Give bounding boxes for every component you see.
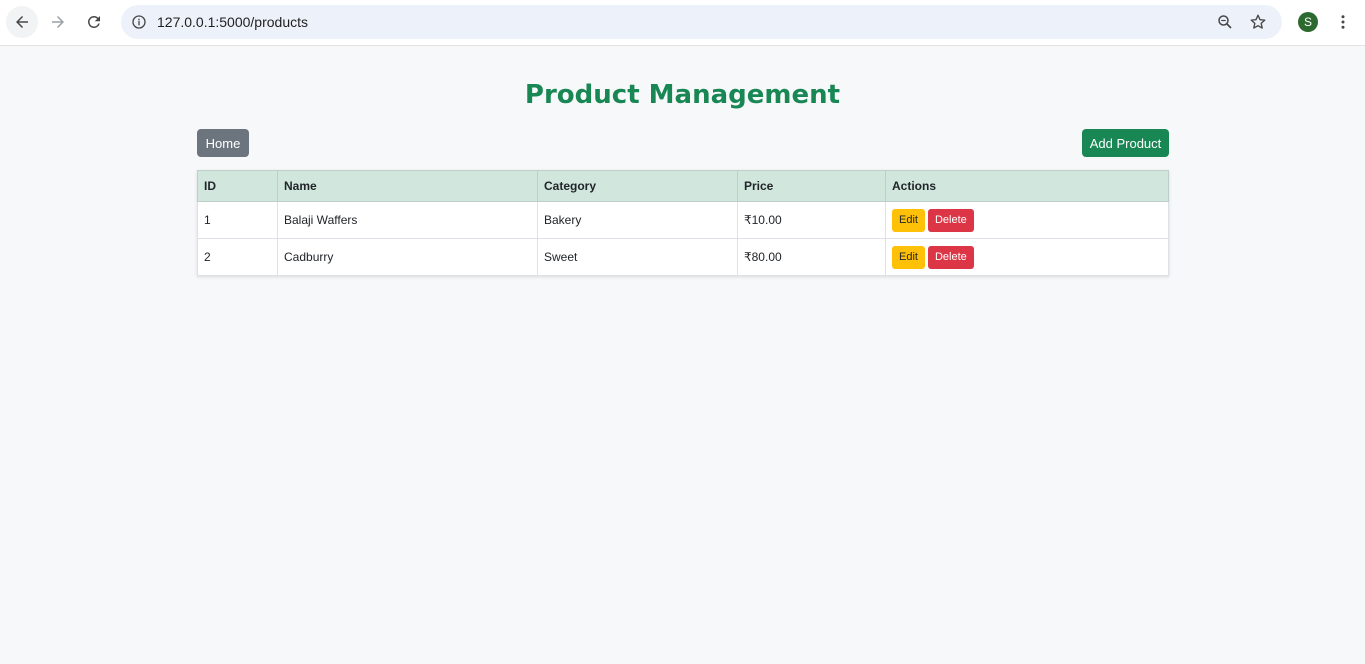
cell-id: 1 bbox=[197, 201, 278, 239]
delete-button[interactable]: Delete bbox=[927, 208, 974, 232]
add-product-button[interactable]: Add Product bbox=[1082, 129, 1169, 157]
url-text[interactable]: 127.0.0.1:5000/products bbox=[157, 14, 308, 30]
cell-price: ₹80.00 bbox=[737, 238, 886, 276]
edit-button[interactable]: Edit bbox=[892, 245, 925, 269]
cell-name: Cadburry bbox=[277, 238, 538, 276]
edit-button[interactable]: Edit bbox=[892, 208, 925, 232]
products-table: ID Name Category Price Actions 1 Balaji … bbox=[197, 170, 1169, 276]
row-actions: Edit Delete bbox=[892, 245, 1162, 269]
site-info-icon[interactable] bbox=[129, 12, 149, 32]
header-actions: Actions bbox=[885, 170, 1169, 202]
zoom-icon[interactable] bbox=[1215, 12, 1235, 32]
browser-toolbar: 127.0.0.1:5000/products S bbox=[0, 0, 1365, 46]
header-id: ID bbox=[197, 170, 278, 202]
home-button[interactable]: Home bbox=[197, 129, 249, 157]
row-actions: Edit Delete bbox=[892, 208, 1162, 232]
header-category: Category bbox=[537, 170, 738, 202]
kebab-menu-icon[interactable] bbox=[1333, 10, 1353, 34]
delete-button[interactable]: Delete bbox=[927, 245, 974, 269]
cell-id: 2 bbox=[197, 238, 278, 276]
address-bar[interactable]: 127.0.0.1:5000/products bbox=[121, 5, 1282, 39]
cell-category: Sweet bbox=[537, 238, 738, 276]
header-price: Price bbox=[737, 170, 886, 202]
forward-button[interactable] bbox=[42, 6, 74, 38]
back-button[interactable] bbox=[6, 6, 38, 38]
forward-arrow-icon bbox=[52, 16, 64, 28]
table-header-row: ID Name Category Price Actions bbox=[197, 170, 1169, 202]
header-name: Name bbox=[277, 170, 538, 202]
page-title: Product Management bbox=[524, 80, 841, 110]
cell-actions: Edit Delete bbox=[885, 201, 1169, 239]
reload-button[interactable] bbox=[78, 6, 110, 38]
cell-actions: Edit Delete bbox=[885, 238, 1169, 276]
table-row: 1 Balaji Waffers Bakery ₹10.00 Edit Dele… bbox=[197, 201, 1169, 239]
cell-category: Bakery bbox=[537, 201, 738, 239]
profile-avatar[interactable]: S bbox=[1298, 12, 1318, 32]
cell-name: Balaji Waffers bbox=[277, 201, 538, 239]
cell-price: ₹10.00 bbox=[737, 201, 886, 239]
back-arrow-icon bbox=[16, 16, 28, 28]
reload-icon bbox=[87, 15, 100, 28]
table-row: 2 Cadburry Sweet ₹80.00 Edit Delete bbox=[197, 238, 1169, 276]
star-icon[interactable] bbox=[1248, 12, 1268, 32]
